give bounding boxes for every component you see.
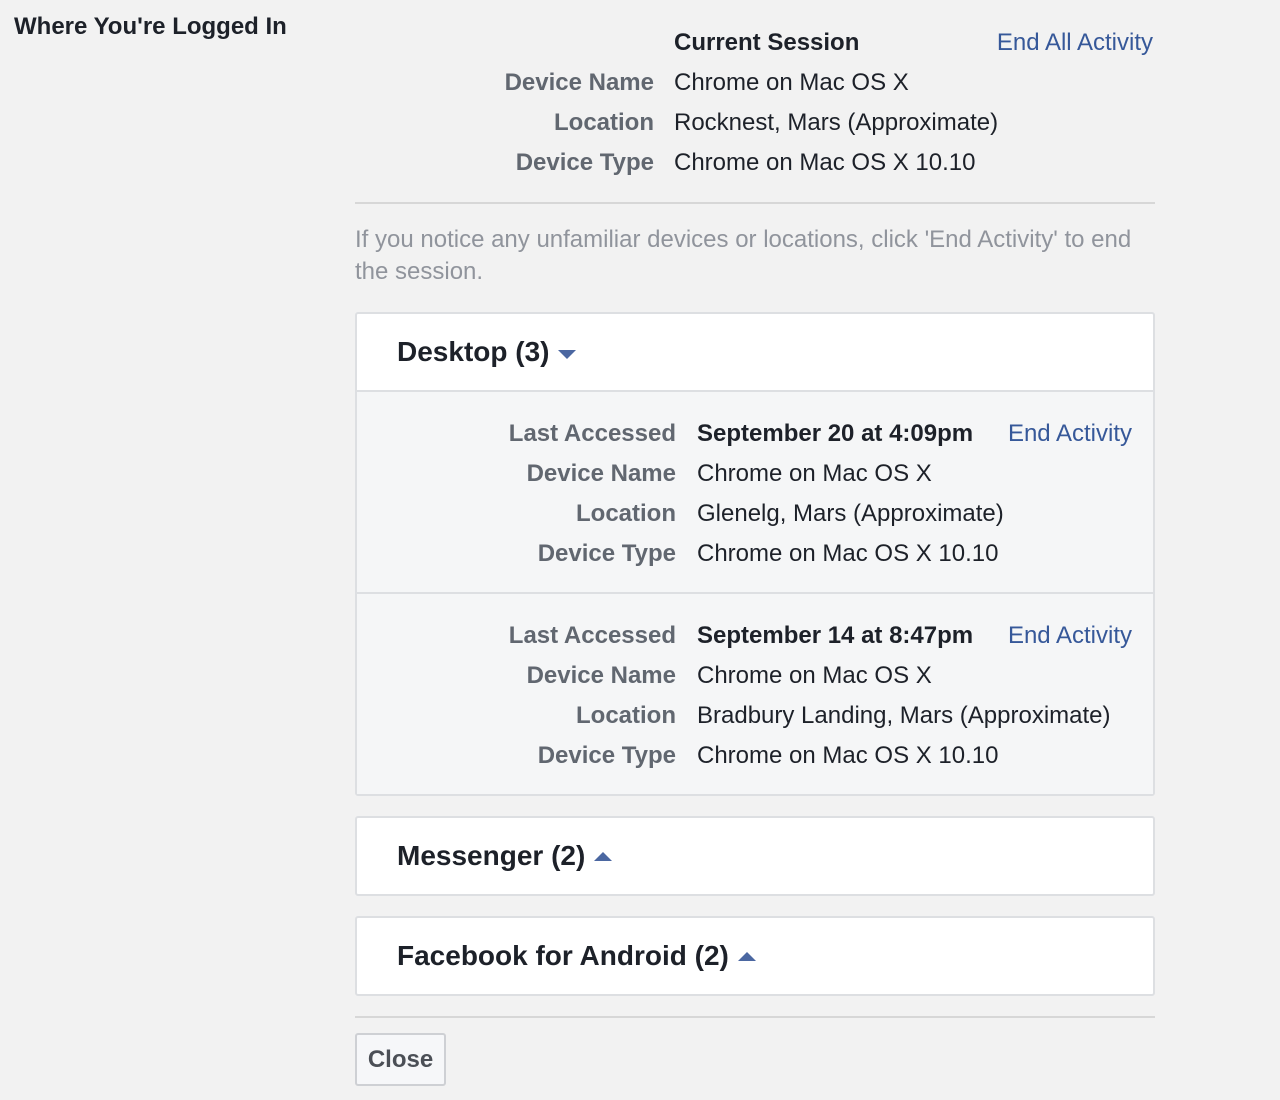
session-item: Last Accessed September 20 at 4:09pm End… — [357, 390, 1153, 592]
close-button[interactable]: Close — [355, 1033, 446, 1086]
device-type-value: Chrome on Mac OS X 10.10 — [674, 149, 976, 176]
last-accessed-row: Last Accessed September 14 at 8:47pm End… — [357, 616, 1153, 656]
last-accessed-label: Last Accessed — [508, 622, 676, 649]
bottom-divider — [355, 1016, 1155, 1018]
location-value: Rocknest, Mars (Approximate) — [674, 109, 999, 136]
facebook-for-android-panel: Facebook for Android (2) — [355, 916, 1155, 996]
location-label: Location — [576, 702, 676, 729]
facebook-for-android-panel-title: Facebook for Android (2) — [397, 938, 756, 974]
device-name-label: Device Name — [504, 69, 654, 96]
current-session-device-type-row: Device Type Chrome on Mac OS X 10.10 — [355, 143, 1155, 183]
current-session-location-row: Location Rocknest, Mars (Approximate) — [355, 103, 1155, 143]
device-type-label: Device Type — [515, 149, 654, 176]
device-name-value: Chrome on Mac OS X — [697, 460, 932, 487]
where-logged-in-page: Where You're Logged In Current Session E… — [0, 0, 1280, 1100]
location-row: Location Bradbury Landing, Mars (Approxi… — [357, 696, 1153, 736]
current-session-device-name-row: Device Name Chrome on Mac OS X — [355, 63, 1155, 103]
device-name-label: Device Name — [526, 662, 676, 689]
messenger-panel-title: Messenger (2) — [397, 838, 613, 874]
caret-up-icon — [594, 852, 613, 862]
messenger-panel-header[interactable]: Messenger (2) — [357, 818, 1153, 894]
end-activity-link[interactable]: End Activity — [1008, 616, 1132, 656]
desktop-panel-title-text: Desktop (3) — [397, 336, 550, 367]
device-name-row: Device Name Chrome on Mac OS X — [357, 454, 1153, 494]
device-name-row: Device Name Chrome on Mac OS X — [357, 656, 1153, 696]
facebook-for-android-panel-title-text: Facebook for Android (2) — [397, 940, 729, 971]
location-value: Bradbury Landing, Mars (Approximate) — [697, 702, 1111, 729]
sessions-main: Current Session End All Activity Device … — [355, 0, 1155, 1018]
current-session-header-row: Current Session End All Activity — [355, 23, 1155, 63]
facebook-for-android-panel-header[interactable]: Facebook for Android (2) — [357, 918, 1153, 994]
last-accessed-label: Last Accessed — [508, 420, 676, 447]
divider — [355, 202, 1155, 204]
device-type-label: Device Type — [537, 742, 676, 769]
section-title: Where You're Logged In — [14, 13, 287, 40]
device-type-row: Device Type Chrome on Mac OS X 10.10 — [357, 534, 1153, 574]
messenger-panel-title-text: Messenger (2) — [397, 840, 586, 871]
location-value: Glenelg, Mars (Approximate) — [697, 500, 1004, 527]
desktop-panel: Desktop (3) Last Accessed September 20 a… — [355, 312, 1155, 796]
desktop-panel-title: Desktop (3) — [397, 334, 577, 370]
current-session: Current Session End All Activity Device … — [355, 0, 1155, 202]
device-type-label: Device Type — [537, 540, 676, 567]
end-activity-link[interactable]: End Activity — [1008, 414, 1132, 454]
unfamiliar-devices-notice: If you notice any unfamiliar devices or … — [355, 226, 1132, 285]
location-label: Location — [554, 109, 654, 136]
location-row: Location Glenelg, Mars (Approximate) — [357, 494, 1153, 534]
end-all-activity-link[interactable]: End All Activity — [997, 23, 1153, 63]
last-accessed-row: Last Accessed September 20 at 4:09pm End… — [357, 414, 1153, 454]
messenger-panel: Messenger (2) — [355, 816, 1155, 896]
device-type-value: Chrome on Mac OS X 10.10 — [697, 540, 999, 567]
current-session-heading: Current Session — [674, 29, 860, 56]
device-name-value: Chrome on Mac OS X — [674, 69, 909, 96]
device-name-value: Chrome on Mac OS X — [697, 662, 932, 689]
device-name-label: Device Name — [526, 460, 676, 487]
device-type-row: Device Type Chrome on Mac OS X 10.10 — [357, 736, 1153, 776]
last-accessed-value: September 14 at 8:47pm — [697, 622, 974, 649]
caret-down-icon — [558, 350, 577, 360]
caret-up-icon — [737, 952, 756, 962]
device-type-value: Chrome on Mac OS X 10.10 — [697, 742, 999, 769]
desktop-panel-header[interactable]: Desktop (3) — [357, 314, 1153, 390]
location-label: Location — [576, 500, 676, 527]
last-accessed-value: September 20 at 4:09pm — [697, 420, 974, 447]
session-item: Last Accessed September 14 at 8:47pm End… — [357, 592, 1153, 794]
